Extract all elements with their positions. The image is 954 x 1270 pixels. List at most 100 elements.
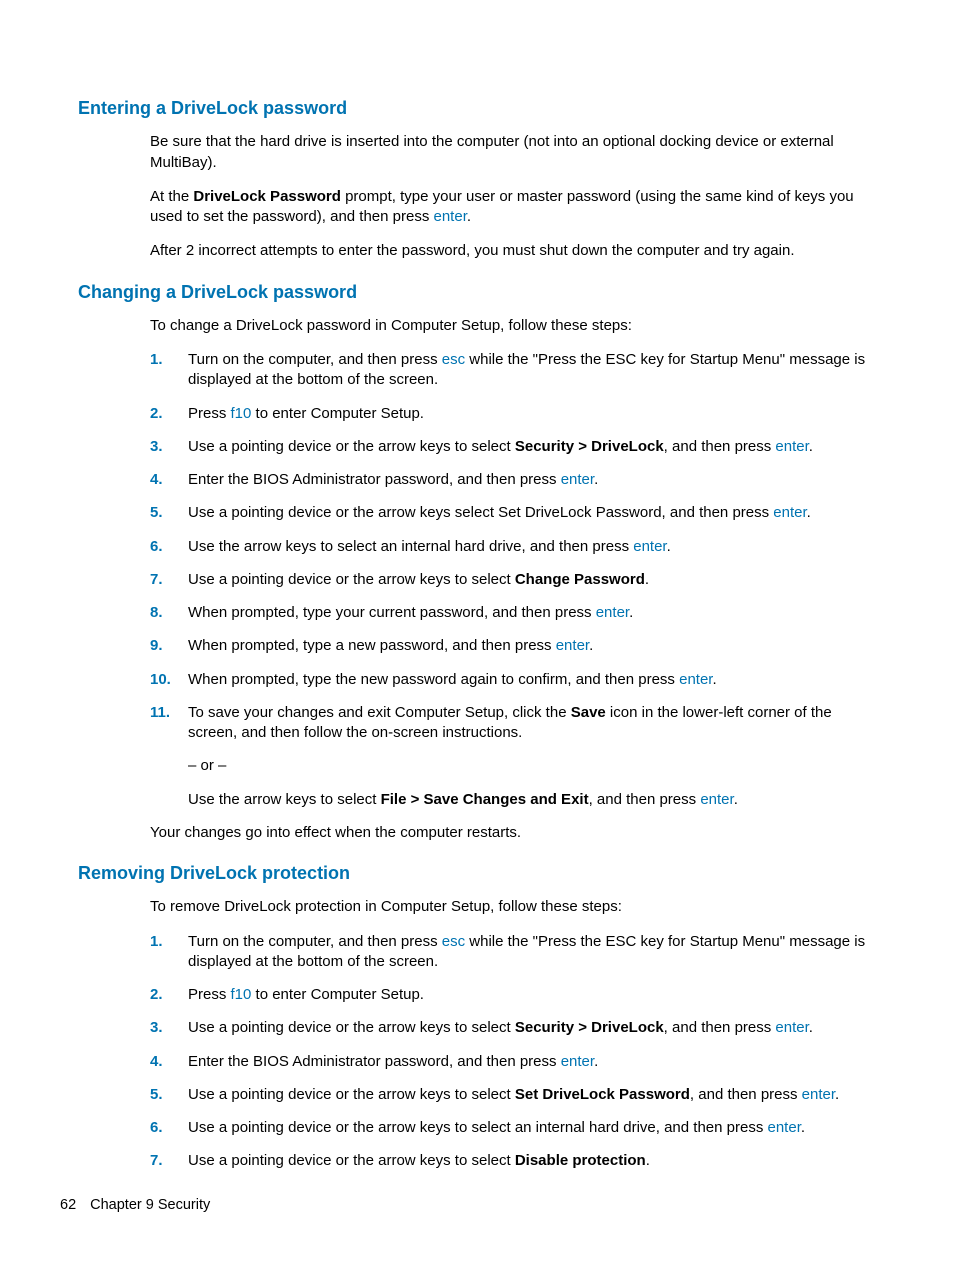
page-number: 62 [60, 1197, 76, 1213]
para: Be sure that the hard drive is inserted … [150, 132, 876, 173]
bold-text: Save [571, 704, 606, 721]
step: 5. Use a pointing device or the arrow key… [150, 503, 876, 523]
step: 1. Turn on the computer, and then press e… [150, 350, 876, 391]
step-num: 3. [150, 437, 163, 457]
text: To save your changes and exit Computer S… [188, 704, 571, 721]
page-footer: 62 Chapter 9 Security [60, 1196, 210, 1216]
bold-text: Disable protection [515, 1152, 646, 1169]
text: , and then press [664, 438, 776, 455]
text: Turn on the computer, and then press [188, 351, 442, 368]
heading-changing-drivelock: Changing a DriveLock password [78, 280, 876, 304]
step-num: 7. [150, 1151, 163, 1171]
step: 3. Use a pointing device or the arrow key… [150, 437, 876, 457]
step: 4.Enter the BIOS Administrator password,… [150, 1052, 876, 1072]
step-num: 1. [150, 350, 163, 370]
step-num: 2. [150, 404, 163, 424]
text: Use the arrow keys to select an internal… [188, 538, 633, 555]
section1-body: Be sure that the hard drive is inserted … [150, 132, 876, 261]
text: . [807, 504, 811, 521]
key-f10: f10 [231, 986, 252, 1003]
step: 2. Press f10 to enter Computer Setup. [150, 985, 876, 1005]
text: . [734, 791, 738, 808]
key-enter: enter [802, 1086, 835, 1103]
text: Enter the BIOS Administrator password, a… [188, 471, 561, 488]
text: . [467, 208, 471, 225]
text: Use a pointing device or the arrow keys … [188, 438, 515, 455]
text: Use a pointing device or the arrow keys … [188, 504, 773, 521]
text: Enter the BIOS Administrator password, a… [188, 1053, 561, 1070]
key-enter: enter [434, 208, 467, 225]
bold-text: Security > DriveLock [515, 438, 664, 455]
text: Turn on the computer, and then press [188, 933, 442, 950]
para: After 2 incorrect attempts to enter the … [150, 241, 876, 261]
chapter-label: Chapter 9 Security [90, 1197, 210, 1213]
key-enter: enter [556, 637, 589, 654]
text: Use a pointing device or the arrow keys … [188, 571, 515, 588]
key-f10: f10 [231, 405, 252, 422]
step-num: 4. [150, 470, 163, 490]
key-esc: esc [442, 933, 465, 950]
text: When prompted, type a new password, and … [188, 637, 556, 654]
text: , and then press [589, 791, 701, 808]
text: . [712, 671, 716, 688]
step: 2.Press f10 to enter Computer Setup. [150, 404, 876, 424]
key-enter: enter [775, 438, 808, 455]
text: . [801, 1119, 805, 1136]
step: 11. To save your changes and exit Compute… [150, 703, 876, 810]
text: . [589, 637, 593, 654]
step: 10. When prompted, type the new password … [150, 670, 876, 690]
step-num: 5. [150, 503, 163, 523]
text: Use the arrow keys to select [188, 791, 381, 808]
step-num: 6. [150, 1118, 163, 1138]
text: Use the arrow keys to select File > Save… [188, 790, 876, 810]
text: . [594, 471, 598, 488]
step-num: 1. [150, 932, 163, 952]
step: 6.Use the arrow keys to select an intern… [150, 537, 876, 557]
text: , and then press [690, 1086, 802, 1103]
para: Your changes go into effect when the com… [150, 823, 876, 843]
text: Use a pointing device or the arrow keys … [188, 1019, 515, 1036]
step-num: 11. [150, 703, 170, 723]
step: 3. Use a pointing device or the arrow key… [150, 1018, 876, 1038]
text: When prompted, type your current passwor… [188, 604, 596, 621]
text: When prompted, type the new password aga… [188, 671, 679, 688]
key-enter: enter [633, 538, 666, 555]
text: Use a pointing device or the arrow keys … [188, 1152, 515, 1169]
step-num: 10. [150, 670, 171, 690]
text: Press [188, 986, 231, 1003]
step-num: 7. [150, 570, 163, 590]
step: 6. Use a pointing device or the arrow key… [150, 1118, 876, 1138]
step-num: 3. [150, 1018, 163, 1038]
text: . [809, 1019, 813, 1036]
para: At the DriveLock Password prompt, type y… [150, 187, 876, 228]
text: . [629, 604, 633, 621]
text: . [645, 571, 649, 588]
key-enter: enter [700, 791, 733, 808]
key-enter: enter [775, 1019, 808, 1036]
steps-removing: 1. Turn on the computer, and then press e… [150, 932, 876, 1172]
para: To remove DriveLock protection in Comput… [150, 897, 876, 917]
key-enter: enter [561, 1053, 594, 1070]
step-num: 2. [150, 985, 163, 1005]
bold-text: File > Save Changes and Exit [381, 791, 589, 808]
key-enter: enter [596, 604, 629, 621]
text: Use a pointing device or the arrow keys … [188, 1119, 768, 1136]
text: At the [150, 188, 193, 205]
step-num: 9. [150, 636, 163, 656]
key-esc: esc [442, 351, 465, 368]
heading-removing-drivelock: Removing DriveLock protection [78, 861, 876, 885]
or-divider: – or – [188, 756, 876, 776]
step: 7. Use a pointing device or the arrow key… [150, 570, 876, 590]
step-num: 5. [150, 1085, 163, 1105]
step: 5.Use a pointing device or the arrow key… [150, 1085, 876, 1105]
step: 4. Enter the BIOS Administrator password,… [150, 470, 876, 490]
steps-changing: 1. Turn on the computer, and then press e… [150, 350, 876, 810]
text: . [646, 1152, 650, 1169]
step: 7. Use a pointing device or the arrow key… [150, 1151, 876, 1171]
step-num: 8. [150, 603, 163, 623]
bold-text: DriveLock Password [193, 188, 341, 205]
step: 9. When prompted, type a new password, an… [150, 636, 876, 656]
text: to enter Computer Setup. [251, 986, 424, 1003]
bold-text: Change Password [515, 571, 645, 588]
text: . [667, 538, 671, 555]
